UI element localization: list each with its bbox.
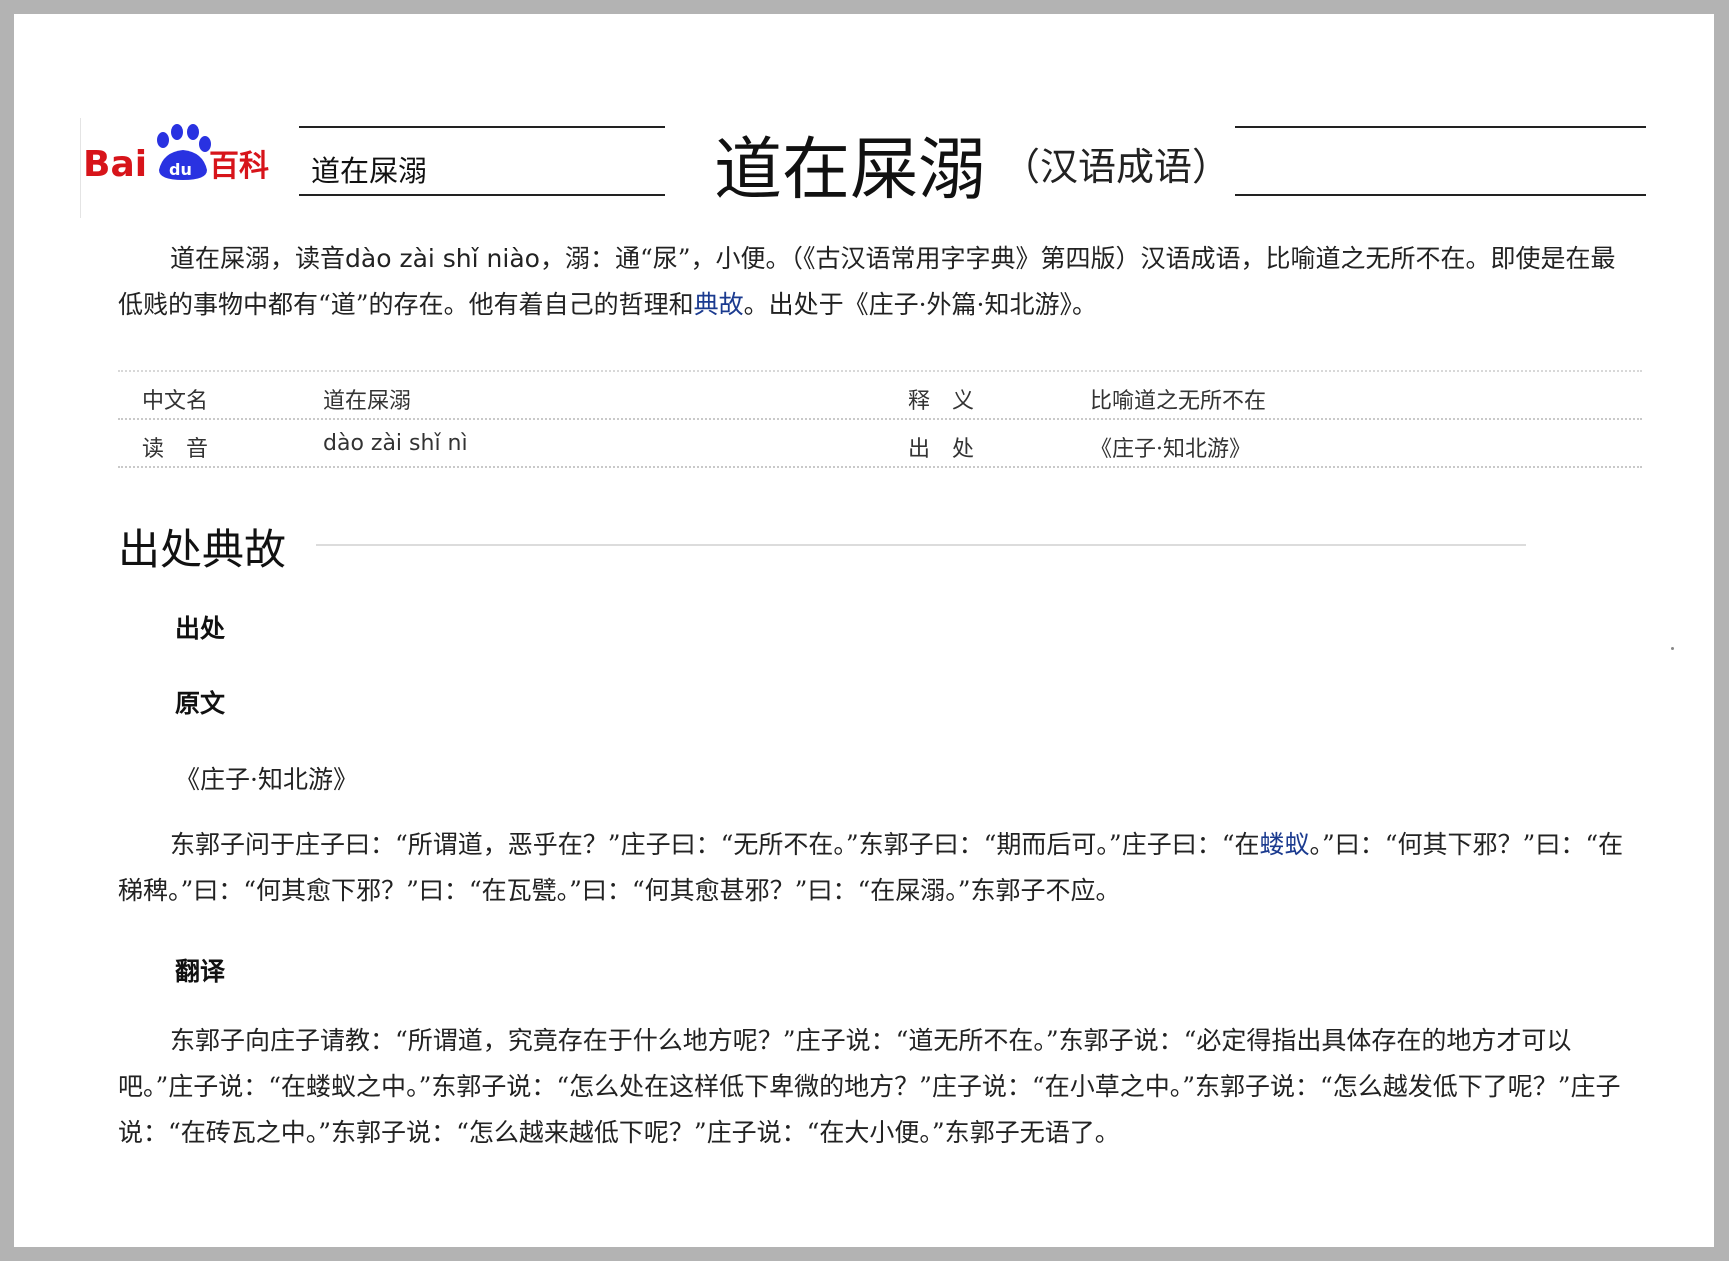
info-value: 《庄子·知北游》	[1090, 437, 1251, 462]
document-page: Bai du 百科 道在屎溺 道在屎溺 （汉语成语） 道在屎溺，读音dào zài…	[14, 14, 1714, 1247]
info-label: 出 处	[908, 437, 975, 462]
scan-speck	[1671, 647, 1674, 650]
info-value: dào zài shǐ nì	[323, 431, 468, 456]
translation-text: 东郭子向庄子请教：“所谓道，究竟存在于什么地方呢？”庄子说：“道无所不在。”东郭…	[118, 1026, 1621, 1147]
search-box[interactable]: 道在屎溺	[299, 126, 665, 196]
info-row: 读 音 dào zài shǐ nì 出 处 《庄子·知北游》	[118, 420, 1642, 468]
info-label: 读 音	[142, 437, 209, 462]
svg-text:百科: 百科	[209, 149, 269, 184]
section-divider	[316, 544, 1526, 546]
subheading-source: 出处	[175, 614, 226, 643]
subheading-translation: 翻译	[175, 957, 226, 986]
info-value: 比喻道之无所不在	[1090, 389, 1267, 414]
page-title: 道在屎溺	[714, 131, 987, 210]
baidu-paw-logo-icon: Bai du 百科	[83, 124, 269, 185]
basic-info-table: 中文名 道在屎溺 释 义 比喻道之无所不在 读 音 dào zài shǐ nì…	[118, 370, 1642, 468]
section-heading: 出处典故	[118, 525, 287, 574]
svg-text:du: du	[169, 160, 192, 179]
intro-text-3: 。出处于《庄子·外篇·知北游》。	[743, 290, 1097, 319]
info-value: 道在屎溺	[323, 389, 412, 414]
link-louyi[interactable]: 蝼蚁	[1259, 830, 1309, 859]
original-text: 东郭子问于庄子曰：“所谓道，恶乎在？”庄子曰：“无所不在。”东郭子曰：“期而后可…	[118, 822, 1624, 914]
intro-text-1: 道在屎溺，读音	[170, 244, 346, 273]
page-subtitle: （汉语成语）	[1002, 145, 1231, 189]
info-row: 中文名 道在屎溺 释 义 比喻道之无所不在	[118, 372, 1642, 420]
header-rule	[1235, 126, 1646, 196]
page-title-block: 道在屎溺 （汉语成语）	[714, 114, 1244, 210]
intro-summary: 道在屎溺，读音dào zài shǐ niào，溺：通“尿”，小便。（《古汉语常…	[118, 236, 1618, 328]
search-value: 道在屎溺	[311, 154, 428, 188]
link-diangu[interactable]: 典故	[694, 290, 744, 319]
source-book-title: 《庄子·知北游》	[175, 765, 358, 794]
info-label: 中文名	[142, 389, 209, 414]
baidu-baike-logo[interactable]: Bai du 百科	[80, 118, 291, 218]
svg-text:Bai: Bai	[83, 144, 147, 185]
intro-pinyin: dào zài shǐ niào	[345, 244, 540, 273]
subheading-original: 原文	[175, 689, 226, 718]
intro-paragraph: 道在屎溺，读音dào zài shǐ niào，溺：通“尿”，小便。（《古汉语常…	[118, 236, 1618, 328]
original-text-1: 东郭子问于庄子曰：“所谓道，恶乎在？”庄子曰：“无所不在。”东郭子曰：“期而后可…	[170, 830, 1260, 859]
info-label: 释 义	[908, 389, 975, 414]
